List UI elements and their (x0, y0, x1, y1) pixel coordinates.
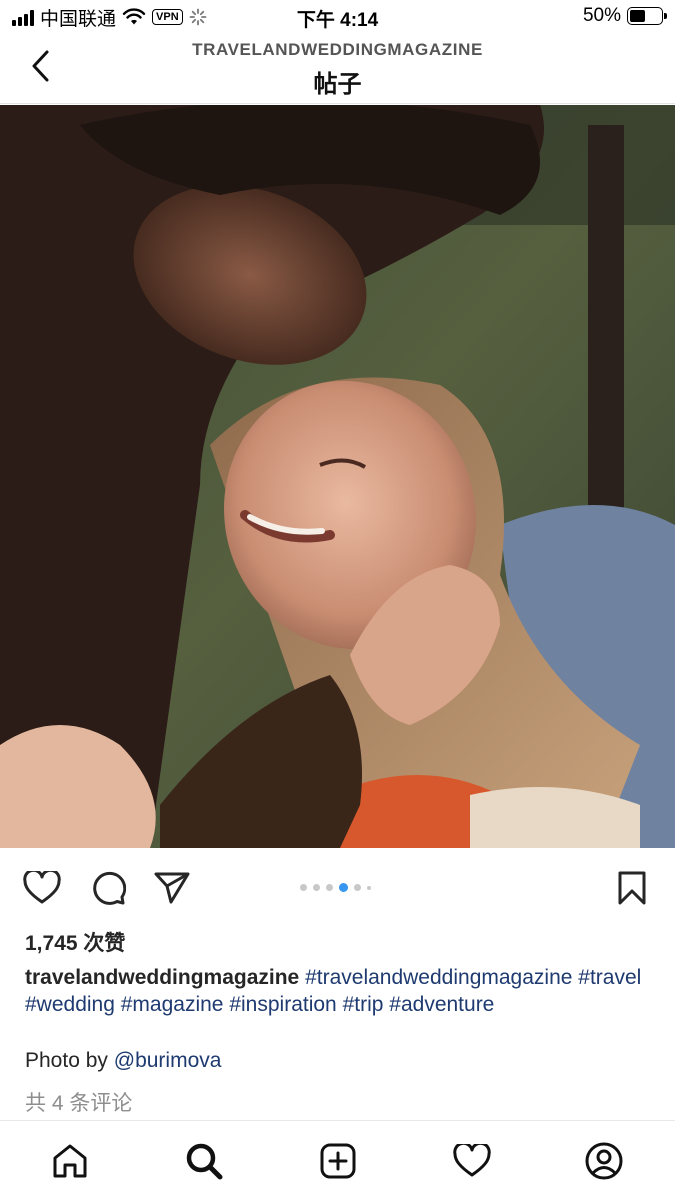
photo-credit: Photo by @burimova (25, 1049, 221, 1073)
nav-home[interactable] (48, 1139, 92, 1183)
hashtag[interactable]: #adventure (389, 993, 494, 1016)
search-icon (186, 1143, 223, 1180)
nav-create[interactable] (316, 1139, 360, 1183)
hashtag[interactable]: #wedding (25, 993, 115, 1016)
hashtag[interactable]: #trip (343, 993, 384, 1016)
speech-bubble-icon (93, 871, 126, 905)
share-button[interactable] (152, 868, 192, 908)
carousel-dot (300, 884, 307, 891)
carousel-dot (367, 885, 371, 890)
comment-button[interactable] (88, 868, 128, 908)
status-bar: 中国联通 VPN 下午 4:14 50% (0, 0, 675, 34)
post-actions (0, 860, 675, 916)
carousel-dot (313, 884, 320, 891)
hashtag[interactable]: #magazine (121, 993, 224, 1016)
plus-square-icon (320, 1143, 356, 1179)
nav-profile[interactable] (582, 1139, 626, 1183)
status-time: 下午 4:14 (296, 10, 379, 31)
heart-icon (23, 871, 61, 904)
save-button[interactable] (612, 868, 652, 908)
status-right: 50% (582, 5, 667, 27)
battery-icon (627, 7, 667, 25)
hashtag[interactable]: #travel (578, 966, 641, 989)
paper-plane-icon (154, 872, 190, 904)
home-icon (53, 1144, 87, 1178)
page-title: 帖子 (313, 71, 362, 98)
carousel-dot-active (339, 883, 348, 892)
post-header: TRAVELANDWEDDINGMAGAZINE 帖子 (0, 34, 675, 104)
carousel-dot (326, 884, 333, 891)
caption-username[interactable]: travelandweddingmagazine (25, 966, 299, 989)
hashtag[interactable]: #travelandweddingmagazine (305, 966, 572, 989)
carousel-indicator (300, 883, 371, 892)
battery-percent: 50% (582, 5, 621, 26)
post-caption: travelandweddingmagazine #travelandweddi… (25, 964, 655, 1018)
carousel-dot (354, 884, 361, 891)
nav-activity[interactable] (450, 1139, 494, 1183)
battery-fill (630, 10, 645, 22)
bottom-nav (0, 1120, 675, 1200)
photo-credit-mention[interactable]: @burimova (114, 1049, 222, 1072)
post-image[interactable] (0, 105, 675, 848)
nav-search[interactable] (182, 1139, 226, 1183)
heart-icon (453, 1144, 491, 1177)
bookmark-icon (618, 871, 646, 905)
account-name[interactable]: TRAVELANDWEDDINGMAGAZINE (0, 40, 675, 60)
hashtag[interactable]: #inspiration (229, 993, 336, 1016)
photo-of-smiling-couple (0, 105, 675, 848)
likes-count[interactable]: 1,745 次赞 (25, 927, 125, 957)
photo-credit-prefix: Photo by (25, 1049, 108, 1072)
profile-icon (585, 1142, 623, 1180)
like-button[interactable] (22, 868, 62, 908)
view-comments-link[interactable]: 共 4 条评论 (25, 1087, 132, 1117)
